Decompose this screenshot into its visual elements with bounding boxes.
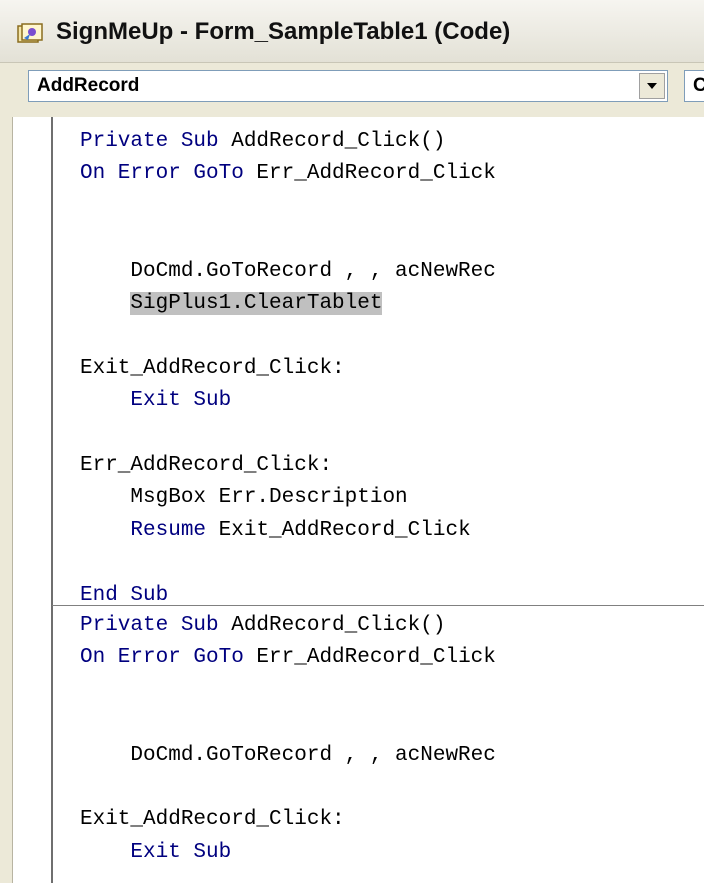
code-text: Err_AddRecord_Click bbox=[243, 646, 496, 670]
code-keyword: On Error GoTo bbox=[80, 162, 244, 186]
code-line[interactable]: DoCmd.GoToRecord , , acNewRec bbox=[80, 741, 496, 771]
code-text: Exit_AddRecord_Click bbox=[206, 518, 471, 542]
code-keyword: Exit Sub bbox=[80, 840, 232, 864]
code-text: Err_AddRecord_Click: bbox=[80, 454, 333, 477]
code-line[interactable]: Private Sub AddRecord_Click() bbox=[80, 611, 445, 641]
code-line[interactable]: End Sub bbox=[80, 581, 168, 611]
code-text: AddRecord_Click() bbox=[218, 614, 446, 637]
code-text: AddRecord_Click() bbox=[218, 130, 446, 153]
object-combo-value: AddRecord bbox=[37, 75, 140, 96]
procedure-combo[interactable]: C bbox=[684, 70, 704, 102]
code-line[interactable]: On Error GoTo Err_AddRecord_Click bbox=[80, 159, 496, 189]
code-keyword: On Error GoTo bbox=[80, 646, 244, 670]
chevron-down-icon bbox=[647, 83, 657, 89]
vba-code-window: SignMeUp - Form_SampleTable1 (Code) AddR… bbox=[0, 0, 704, 883]
code-line[interactable]: Exit Sub bbox=[80, 386, 231, 416]
code-keyword: End Sub bbox=[80, 583, 169, 607]
code-line[interactable]: MsgBox Err.Description bbox=[80, 483, 408, 513]
code-line[interactable]: Err_AddRecord_Click: bbox=[80, 451, 332, 481]
code-line[interactable]: Private Sub AddRecord_Click() bbox=[80, 127, 445, 157]
code-text: Exit_AddRecord_Click: bbox=[80, 356, 345, 380]
code-keyword: Private Sub bbox=[80, 614, 219, 637]
code-line[interactable]: Exit_AddRecord_Click: bbox=[80, 354, 345, 384]
code-line[interactable]: SigPlus1.ClearTablet bbox=[80, 289, 383, 319]
code-keyword: Resume bbox=[80, 518, 207, 542]
code-line[interactable]: Resume Exit_AddRecord_Click bbox=[80, 516, 471, 546]
object-combo-dropdown-button[interactable] bbox=[639, 73, 665, 99]
title-bar: SignMeUp - Form_SampleTable1 (Code) bbox=[0, 0, 704, 63]
margin-indicator-bar[interactable] bbox=[13, 117, 53, 883]
code-text: Err_AddRecord_Click bbox=[243, 162, 496, 186]
code-text: Exit_AddRecord_Click: bbox=[80, 808, 345, 832]
code-keyword: Private Sub bbox=[80, 130, 219, 153]
code-line[interactable]: Exit Sub bbox=[80, 838, 231, 868]
code-keyword: Exit Sub bbox=[80, 389, 232, 413]
code-line[interactable]: Exit_AddRecord_Click: bbox=[80, 805, 345, 835]
object-combo[interactable]: AddRecord bbox=[28, 70, 668, 102]
procedure-combo-value: C bbox=[693, 75, 704, 96]
code-text: DoCmd.GoToRecord , , acNewRec bbox=[80, 259, 496, 283]
editor-left-border bbox=[0, 117, 13, 883]
code-text: DoCmd.GoToRecord , , acNewRec bbox=[80, 743, 496, 767]
code-highlight: SigPlus1.ClearTablet bbox=[130, 292, 383, 315]
code-line[interactable]: On Error GoTo Err_AddRecord_Click bbox=[80, 643, 496, 673]
code-line[interactable]: DoCmd.GoToRecord , , acNewRec bbox=[80, 257, 496, 287]
vba-module-icon bbox=[17, 23, 43, 43]
code-text: SigPlus1.ClearTablet bbox=[80, 292, 383, 315]
window-title: SignMeUp - Form_SampleTable1 (Code) bbox=[56, 18, 511, 45]
code-text: MsgBox Err.Description bbox=[80, 486, 408, 510]
